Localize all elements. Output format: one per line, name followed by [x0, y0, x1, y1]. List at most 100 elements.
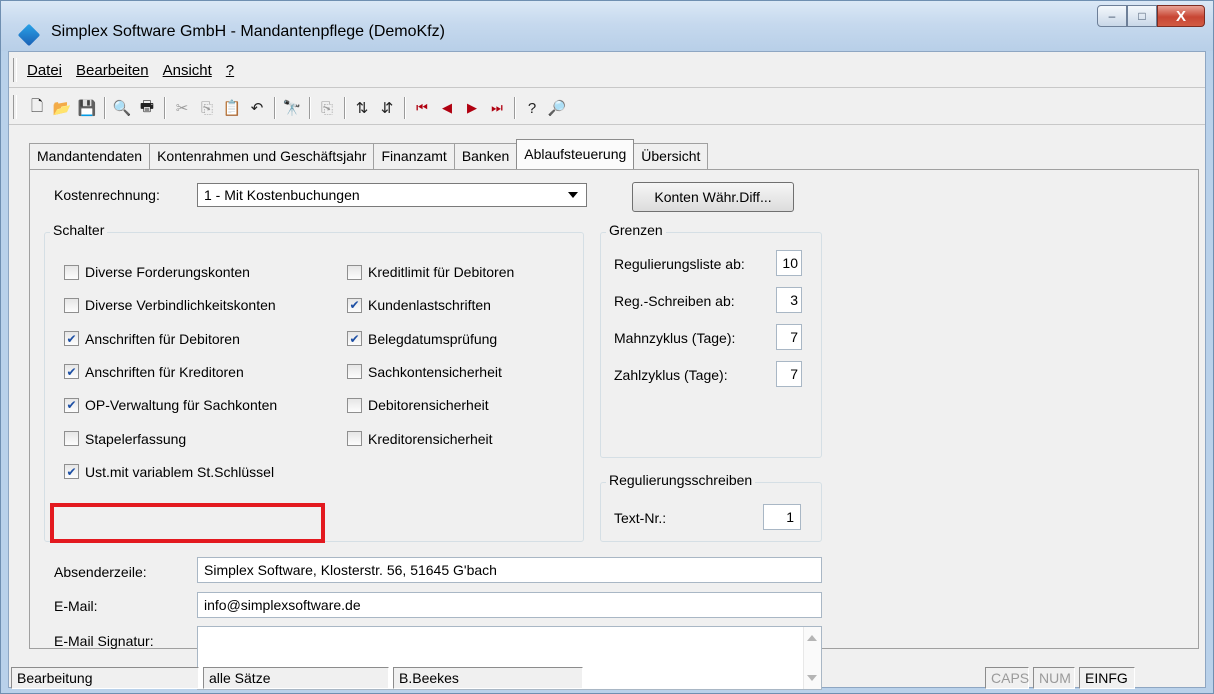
- tab-ablaufsteuerung[interactable]: Ablaufsteuerung: [516, 139, 635, 169]
- checked-checkbox[interactable]: ✔: [64, 364, 79, 380]
- minimize-button[interactable]: –: [1097, 5, 1127, 27]
- previous-record-icon[interactable]: ◀: [435, 96, 459, 120]
- checkbox-row[interactable]: Debitorensicherheit: [347, 396, 489, 414]
- menu-grip[interactable]: [13, 58, 17, 82]
- checked-checkbox[interactable]: ✔: [64, 397, 79, 413]
- copy-record-icon[interactable]: ⎘: [315, 96, 339, 120]
- unchecked-checkbox[interactable]: [347, 431, 362, 446]
- menu-bearbeiten[interactable]: Bearbeiten: [76, 62, 149, 79]
- tab-finanzamt[interactable]: Finanzamt: [373, 143, 455, 169]
- status-num: NUM: [1033, 667, 1075, 689]
- tab-banken[interactable]: Banken: [453, 143, 518, 169]
- kostenrechnung-label: Kostenrechnung:: [54, 187, 160, 203]
- konten-waehr-diff-button[interactable]: Konten Währ.Diff...: [632, 182, 794, 212]
- absenderzeile-label: Absenderzeile:: [54, 564, 147, 580]
- checkmark-icon: ✔: [66, 464, 77, 479]
- toolbar-separator: [404, 97, 406, 119]
- checkbox-label: Kreditorensicherheit: [368, 430, 493, 447]
- checkbox-row[interactable]: Diverse Verbindlichkeitskonten: [64, 296, 276, 314]
- paste-icon[interactable]: 📋: [220, 96, 244, 120]
- email-label: E-Mail:: [54, 598, 98, 614]
- checkbox-row[interactable]: Diverse Forderungskonten: [64, 263, 250, 281]
- checked-checkbox[interactable]: ✔: [347, 297, 362, 313]
- toolbar-grip[interactable]: [13, 95, 17, 119]
- window-controls: – □ X: [1097, 5, 1205, 29]
- checkbox-row[interactable]: ✔ Belegdatumsprüfung: [347, 330, 497, 348]
- help-icon[interactable]: ?: [520, 96, 544, 120]
- save-icon[interactable]: 💾: [75, 96, 99, 120]
- status-user: B.Beekes: [393, 667, 583, 689]
- checkbox-row[interactable]: Sachkontensicherheit: [347, 363, 502, 381]
- first-record-icon[interactable]: ⏮: [410, 96, 434, 120]
- new-document-icon[interactable]: 🗋: [25, 96, 49, 120]
- regulierungsschreiben-title: Regulierungsschreiben: [606, 472, 756, 488]
- tab-kontenrahmen-und-geschäftsjahr[interactable]: Kontenrahmen und Geschäftsjahr: [149, 143, 375, 169]
- tab-übersicht[interactable]: Übersicht: [633, 143, 709, 169]
- grenzen-field[interactable]: 3: [776, 287, 802, 313]
- menu-datei[interactable]: Datei: [27, 62, 62, 79]
- sort-descending-icon[interactable]: ⇵: [375, 96, 399, 120]
- checkbox-row[interactable]: ✔ Anschriften für Debitoren: [64, 330, 240, 348]
- grenzen-field[interactable]: 7: [776, 361, 802, 387]
- sort-ascending-icon[interactable]: ⇅: [350, 96, 374, 120]
- status-filter: alle Sätze: [203, 667, 389, 689]
- unchecked-checkbox[interactable]: [64, 264, 79, 280]
- window-title: Simplex Software GmbH - Mandantenpflege …: [51, 23, 445, 40]
- unchecked-checkbox[interactable]: [347, 264, 362, 280]
- unchecked-checkbox[interactable]: [347, 364, 362, 380]
- cut-icon[interactable]: ✂: [170, 96, 194, 120]
- open-folder-icon[interactable]: 📂: [50, 96, 74, 120]
- next-record-icon[interactable]: ▶: [460, 96, 484, 120]
- grenzen-title: Grenzen: [606, 222, 666, 238]
- unchecked-checkbox[interactable]: [64, 431, 79, 446]
- scroll-up-icon[interactable]: [807, 635, 817, 641]
- toolbar-buttons: 🗋 📂 💾 🔍 🖶 ✂ ⎘ 📋 ↶ 🔭 ⎘ ⇅ ⇵ ⏮ ◀ ▶ ⏭? 🔎: [25, 96, 570, 120]
- checkbox-label: Anschriften für Kreditoren: [85, 363, 244, 380]
- info-search-icon[interactable]: 🔎: [545, 96, 569, 120]
- checked-checkbox[interactable]: ✔: [347, 331, 362, 347]
- checkbox-row[interactable]: ✔ Kundenlastschriften: [347, 296, 491, 314]
- checkbox-row[interactable]: Stapelerfassung: [64, 430, 186, 448]
- grenzen-label: Regulierungsliste ab:: [614, 256, 745, 272]
- print-preview-icon[interactable]: 🔍: [110, 96, 134, 120]
- text-nr-field[interactable]: 1: [763, 504, 801, 530]
- maximize-button[interactable]: □: [1127, 5, 1157, 27]
- absenderzeile-field[interactable]: Simplex Software, Klosterstr. 56, 51645 …: [197, 557, 822, 583]
- checkbox-row[interactable]: Kreditlimit für Debitoren: [347, 263, 514, 281]
- print-icon[interactable]: 🖶: [135, 96, 159, 120]
- copy-icon[interactable]: ⎘: [195, 96, 219, 120]
- checked-checkbox[interactable]: ✔: [64, 331, 79, 347]
- checkbox-row[interactable]: ✔ Anschriften für Kreditoren: [64, 363, 244, 381]
- checkbox-label: Sachkontensicherheit: [368, 363, 502, 380]
- title-bar[interactable]: Simplex Software GmbH - Mandantenpflege …: [1, 1, 1213, 51]
- menu-ansicht[interactable]: Ansicht: [163, 62, 212, 79]
- app-icon: [17, 23, 41, 47]
- schalter-title: Schalter: [50, 222, 108, 238]
- toolbar-separator: [309, 97, 311, 119]
- undo-icon[interactable]: ↶: [245, 96, 269, 120]
- toolbar-separator: [164, 97, 166, 119]
- find-icon[interactable]: 🔭: [280, 96, 304, 120]
- last-record-icon[interactable]: ⏭: [485, 96, 509, 120]
- email-field[interactable]: info@simplexsoftware.de: [197, 592, 822, 618]
- menu-bar: Datei Bearbeiten Ansicht ?: [9, 52, 1205, 88]
- checkbox-row[interactable]: Kreditorensicherheit: [347, 430, 493, 448]
- checkbox-label: Belegdatumsprüfung: [368, 330, 498, 347]
- close-button[interactable]: X: [1157, 5, 1205, 27]
- grenzen-field[interactable]: 7: [776, 324, 802, 350]
- unchecked-checkbox[interactable]: [347, 397, 362, 413]
- grenzen-label: Zahlzyklus (Tage):: [614, 367, 728, 383]
- grenzen-field[interactable]: 10: [776, 250, 802, 276]
- application-window: Simplex Software GmbH - Mandantenpflege …: [0, 0, 1214, 694]
- checkbox-row[interactable]: ✔ Ust.mit variablem St.Schlüssel: [64, 463, 274, 481]
- checked-checkbox[interactable]: ✔: [64, 464, 79, 480]
- text-nr-label: Text-Nr.:: [614, 510, 667, 526]
- kostenrechnung-select[interactable]: 1 - Mit Kostenbuchungen: [197, 183, 587, 207]
- tab-mandantendaten[interactable]: Mandantendaten: [29, 143, 151, 169]
- menu-help[interactable]: ?: [226, 62, 234, 79]
- status-caps: CAPS: [985, 667, 1029, 689]
- checkbox-row[interactable]: ✔ OP-Verwaltung für Sachkonten: [64, 396, 277, 414]
- menu-items: Datei Bearbeiten Ansicht ?: [27, 62, 234, 79]
- checkmark-icon: ✔: [349, 331, 360, 346]
- unchecked-checkbox[interactable]: [64, 297, 79, 313]
